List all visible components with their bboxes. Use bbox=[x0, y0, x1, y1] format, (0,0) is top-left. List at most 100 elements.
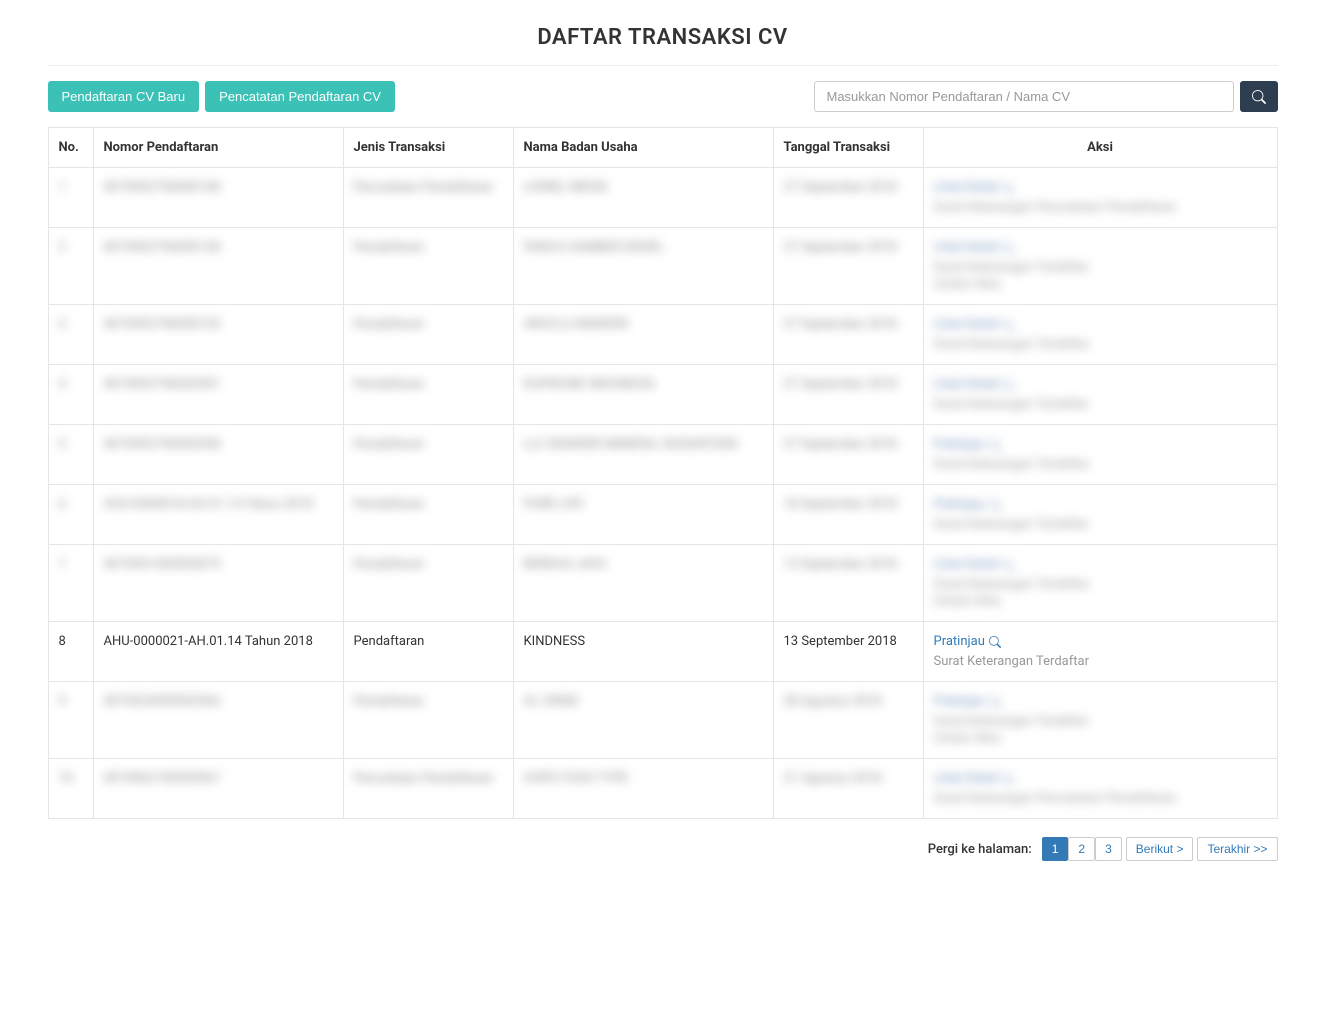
cell-no: 5 bbox=[59, 437, 66, 452]
cell-nama: PURE LIFE bbox=[524, 497, 584, 512]
cell-jenis: Pencatatan Pendaftaran bbox=[354, 180, 494, 195]
cell-no: 8 bbox=[59, 634, 66, 649]
action-secondary[interactable]: Surat Keterangan Terdaftar bbox=[934, 654, 1267, 669]
paginator-label: Pergi ke halaman: bbox=[928, 842, 1032, 857]
paginator: Pergi ke halaman: 123 Berikut > Terakhir… bbox=[48, 837, 1278, 861]
cell-nomor: AHU-0000021-AH.01.14 Tahun 2018 bbox=[104, 634, 313, 649]
page-button-3[interactable]: 3 bbox=[1095, 837, 1122, 861]
divider bbox=[48, 65, 1278, 66]
preview-link[interactable]: Pratinjau bbox=[934, 437, 1001, 452]
col-aksi: Aksi bbox=[923, 128, 1277, 168]
page-next-button[interactable]: Berikut > bbox=[1126, 837, 1194, 861]
preview-link[interactable]: Lihat Detail bbox=[934, 317, 1015, 332]
cell-nama: AL HIKMI bbox=[524, 694, 579, 709]
cell-jenis: Pendaftaran bbox=[354, 557, 425, 572]
action-secondary: Surat Keterangan Terdaftar bbox=[934, 577, 1267, 592]
search-group bbox=[814, 81, 1278, 112]
preview-link[interactable]: Pratinjau bbox=[934, 634, 1001, 649]
cell-tanggal: 27 September 2018 bbox=[784, 317, 897, 332]
cell-jenis: Pendaftaran bbox=[354, 317, 425, 332]
cell-jenis: Pendaftaran bbox=[354, 437, 425, 452]
cell-nomor: 4019052796000108 bbox=[104, 180, 221, 195]
action-secondary: Surat Keterangan Terdaftar bbox=[934, 517, 1267, 532]
table-row: 7 4019041360004075 Pendaftaran BERKAH JAYA 1… bbox=[48, 545, 1277, 622]
cell-no: 9 bbox=[59, 694, 66, 709]
cell-jenis: Pencatatan Pendaftaran bbox=[354, 771, 494, 786]
cell-nomor: 4019062190505967 bbox=[104, 771, 221, 786]
cell-tanggal: 28 Agustus 2018 bbox=[784, 694, 882, 709]
cell-nomor: 4019052796502058 bbox=[104, 437, 221, 452]
cell-tanggal: 13 September 2018 bbox=[784, 634, 897, 649]
cell-no: 2 bbox=[59, 240, 66, 255]
preview-link[interactable]: Pratinjau bbox=[934, 694, 1001, 709]
cell-jenis: Pendaftaran bbox=[354, 240, 425, 255]
cell-jenis: Pendaftaran bbox=[354, 377, 425, 392]
button-group: Pendaftaran CV Baru Pencatatan Pendaftar… bbox=[48, 81, 395, 112]
cell-no: 6 bbox=[59, 497, 66, 512]
search-input[interactable] bbox=[814, 81, 1234, 112]
action-secondary: Unduh Akta bbox=[934, 277, 1267, 292]
table-row: 2 4019052796000138 Pendaftaran PANCA SUMBER… bbox=[48, 228, 1277, 305]
col-nomor: Nomor Pendaftaran bbox=[93, 128, 343, 168]
action-secondary: Unduh Akta bbox=[934, 731, 1267, 746]
cell-no: 1 bbox=[59, 180, 66, 195]
cell-no: 7 bbox=[59, 557, 66, 572]
action-secondary: Surat Keterangan Terdaftar bbox=[934, 260, 1267, 275]
table-row: 8 AHU-0000021-AH.01.14 Tahun 2018 Pendafta… bbox=[48, 622, 1277, 682]
table-row: 5 4019052796502058 Pendaftaran LLC MANDIRI … bbox=[48, 425, 1277, 485]
cell-nama: KUPIKUNE INDONESIA bbox=[524, 377, 656, 392]
action-secondary: Surat Keterangan Terdaftar bbox=[934, 457, 1267, 472]
record-registration-button[interactable]: Pencatatan Pendaftaran CV bbox=[205, 81, 395, 112]
cell-jenis: Pendaftaran bbox=[354, 694, 425, 709]
cell-tanggal: 13 September 2018 bbox=[784, 557, 897, 572]
cell-tanggal: 27 September 2018 bbox=[784, 437, 897, 452]
cell-nomor: 4019052796502001 bbox=[104, 377, 221, 392]
page-button-1[interactable]: 1 bbox=[1042, 837, 1069, 861]
preview-link[interactable]: Lihat Detail bbox=[934, 377, 1015, 392]
page-button-2[interactable]: 2 bbox=[1068, 837, 1095, 861]
action-secondary: Surat Keterangan Terdaftar bbox=[934, 397, 1267, 412]
cell-no: 4 bbox=[59, 377, 66, 392]
action-secondary: Surat Keterangan Pencatatan Pendaftaran bbox=[934, 791, 1267, 806]
col-nama: Nama Badan Usaha bbox=[513, 128, 773, 168]
table-row: 10 4019062190505967 Pencatatan Pendaftaran… bbox=[48, 759, 1277, 819]
search-icon bbox=[1252, 90, 1266, 104]
cell-nomor: 4019024050502966 bbox=[104, 694, 221, 709]
cell-nomor: 4019041360004075 bbox=[104, 557, 221, 572]
table-row: 9 4019024050502966 Pendaftaran AL HIKMI 28 A… bbox=[48, 682, 1277, 759]
table-row: 4 4019052796502001 Pendaftaran KUPIKUNE IND… bbox=[48, 365, 1277, 425]
cell-nomor: 4019052796000153 bbox=[104, 317, 221, 332]
preview-link[interactable]: Lihat Detail bbox=[934, 240, 1015, 255]
preview-link[interactable]: Pratinjau bbox=[934, 497, 1001, 512]
toolbar: Pendaftaran CV Baru Pencatatan Pendaftar… bbox=[48, 81, 1278, 112]
cell-tanggal: 27 September 2018 bbox=[784, 240, 897, 255]
new-registration-button[interactable]: Pendaftaran CV Baru bbox=[48, 81, 200, 112]
cell-no: 10 bbox=[59, 771, 74, 786]
cell-nama: HOPE FOOD TYPE bbox=[524, 771, 629, 786]
cell-tanggal: 18 September 2018 bbox=[784, 497, 897, 512]
action-secondary: Surat Keterangan Pencatatan Pendaftaran bbox=[934, 200, 1267, 215]
preview-link[interactable]: Lihat Detail bbox=[934, 180, 1015, 195]
cell-nama: KINDNESS bbox=[524, 634, 586, 649]
preview-link[interactable]: Lihat Detail bbox=[934, 771, 1015, 786]
cell-nama: BERKAH JAYA bbox=[524, 557, 607, 572]
cell-nama: LLC MANDIRI MINERAL NUSANTARA bbox=[524, 437, 739, 452]
table-row: 1 4019052796000108 Pencatatan Pendaftaran L… bbox=[48, 168, 1277, 228]
action-secondary: Surat Keterangan Terdaftar bbox=[934, 714, 1267, 729]
search-button[interactable] bbox=[1240, 81, 1278, 112]
cell-tanggal: 27 September 2018 bbox=[784, 180, 897, 195]
col-jenis: Jenis Transaksi bbox=[343, 128, 513, 168]
cell-jenis: Pendaftaran bbox=[354, 634, 425, 649]
table-row: 34019052796000153PendaftaranARGYLA MANDI… bbox=[48, 305, 1277, 365]
cell-jenis: Pendaftaran bbox=[354, 497, 425, 512]
action-secondary: Unduh Akta bbox=[934, 594, 1267, 609]
col-no: No. bbox=[48, 128, 93, 168]
cell-tanggal: 21 Agustus 2018 bbox=[784, 771, 882, 786]
cell-nomor: 4019052796000138 bbox=[104, 240, 221, 255]
page-last-button[interactable]: Terakhir >> bbox=[1197, 837, 1277, 861]
cell-nama: PANCA SUMBER DIESEL bbox=[524, 240, 665, 255]
preview-link[interactable]: Lihat Detail bbox=[934, 557, 1015, 572]
cell-nomor: AHU-0000018-AH.01.14 Tahun 2018 bbox=[104, 497, 313, 512]
page-title: DAFTAR TRANSAKSI CV bbox=[48, 0, 1278, 65]
cell-tanggal: 27 September 2018 bbox=[784, 377, 897, 392]
